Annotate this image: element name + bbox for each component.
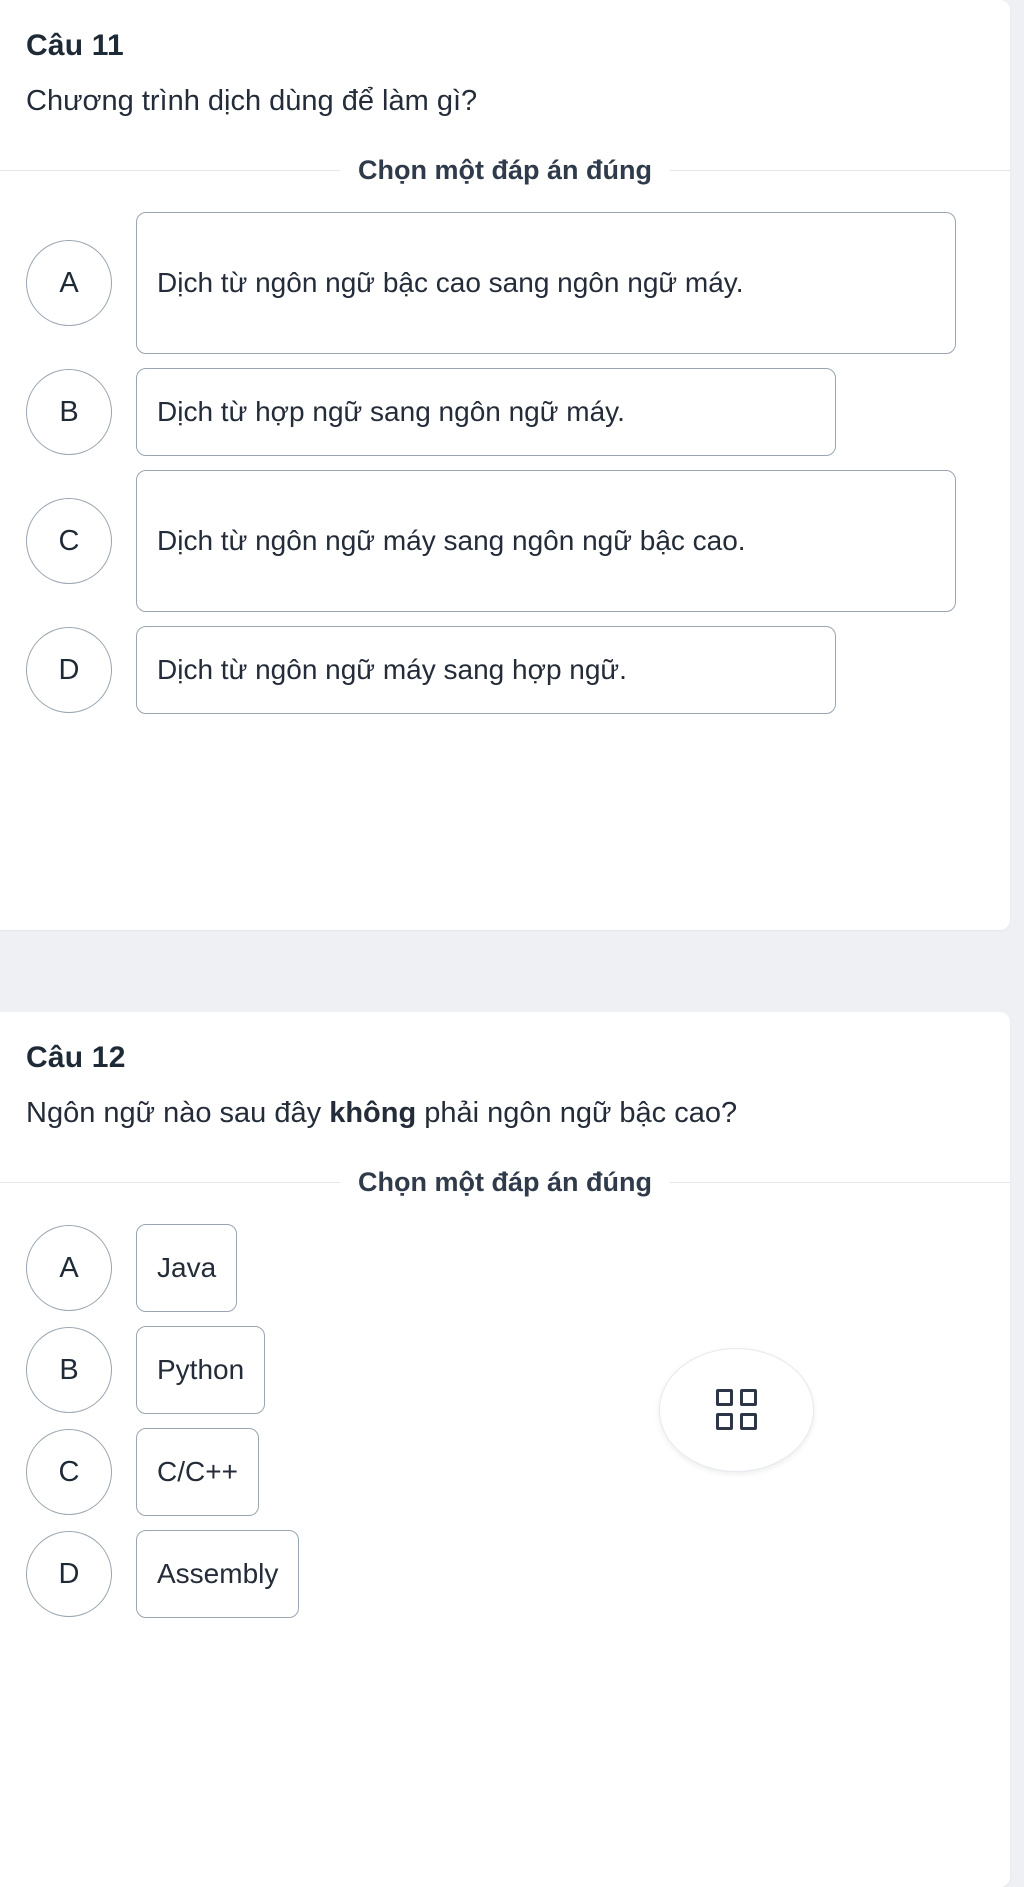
question-navigator-button[interactable] [659,1348,814,1472]
question-card-11: Câu 11 Chương trình dịch dùng để làm gì?… [0,0,1010,930]
answer-instruction-divider-11: Chọn một đáp án đúng [0,155,1010,186]
option-letter-badge-a[interactable]: A [26,240,112,327]
quiz-page: Câu 11 Chương trình dịch dùng để làm gì?… [0,0,1024,1887]
option-letter-badge-a[interactable]: A [26,1225,112,1312]
option-row-11-a[interactable]: A Dịch từ ngôn ngữ bậc cao sang ngôn ngữ… [26,212,984,355]
options-list-12: A Java B Python C C/C++ D Assembly [26,1224,984,1619]
option-answer-box-a[interactable]: Dịch từ ngôn ngữ bậc cao sang ngôn ngữ m… [136,212,956,355]
option-answer-box-d[interactable]: Assembly [136,1530,300,1619]
grid-cell [715,1413,733,1430]
divider-rule-left [0,170,341,172]
option-row-11-d[interactable]: D Dịch từ ngôn ngữ máy sang hợp ngữ. [26,626,984,715]
option-answer-box-c[interactable]: Dịch từ ngôn ngữ máy sang ngôn ngữ bậc c… [136,470,956,613]
grid-cell [739,1389,757,1406]
divider-rule-left [0,1182,341,1184]
option-row-11-c[interactable]: C Dịch từ ngôn ngữ máy sang ngôn ngữ bậc… [26,470,984,613]
options-list-11: A Dịch từ ngôn ngữ bậc cao sang ngôn ngữ… [26,212,984,715]
answer-instruction-label-12: Chọn một đáp án đúng [358,1167,652,1198]
option-answer-box-b[interactable]: Dịch từ hợp ngữ sang ngôn ngữ máy. [136,368,836,457]
option-row-12-b[interactable]: B Python [26,1326,984,1415]
option-row-12-d[interactable]: D Assembly [26,1530,984,1619]
grid-cell [715,1389,733,1406]
divider-rule-right [669,170,1010,172]
option-letter-badge-b[interactable]: B [26,1327,112,1414]
option-row-12-a[interactable]: A Java [26,1224,984,1313]
option-letter-badge-c[interactable]: C [26,498,112,585]
grid-cell [739,1413,757,1430]
option-letter-badge-c[interactable]: C [26,1429,112,1516]
question-number-11: Câu 11 [26,29,124,62]
answer-instruction-label-11: Chọn một đáp án đúng [358,155,652,186]
option-answer-box-b[interactable]: Python [136,1326,266,1415]
option-row-12-c[interactable]: C C/C++ [26,1428,984,1517]
option-letter-badge-d[interactable]: D [26,1531,112,1618]
question-prompt-12: Ngôn ngữ nào sau đây không phải ngôn ngữ… [26,1094,984,1133]
option-answer-box-d[interactable]: Dịch từ ngôn ngữ máy sang hợp ngữ. [136,626,836,715]
option-letter-badge-d[interactable]: D [26,627,112,714]
grid-four-squares-icon [715,1389,758,1431]
option-row-11-b[interactable]: B Dịch từ hợp ngữ sang ngôn ngữ máy. [26,368,984,457]
option-letter-badge-b[interactable]: B [26,369,112,456]
option-answer-box-a[interactable]: Java [136,1224,238,1313]
divider-rule-right [669,1182,1010,1184]
question-prompt-11: Chương trình dịch dùng để làm gì? [26,85,478,117]
prompt-part-bold: không [329,1097,417,1129]
question-number-12: Câu 12 [26,1041,126,1074]
prompt-part-before: Ngôn ngữ nào sau đây [26,1097,330,1129]
prompt-part-after: phải ngôn ngữ bậc cao? [416,1097,738,1129]
option-answer-box-c[interactable]: C/C++ [136,1428,259,1517]
question-card-12: Câu 12 Ngôn ngữ nào sau đây không phải n… [0,1012,1010,1887]
answer-instruction-divider-12: Chọn một đáp án đúng [0,1167,1010,1198]
